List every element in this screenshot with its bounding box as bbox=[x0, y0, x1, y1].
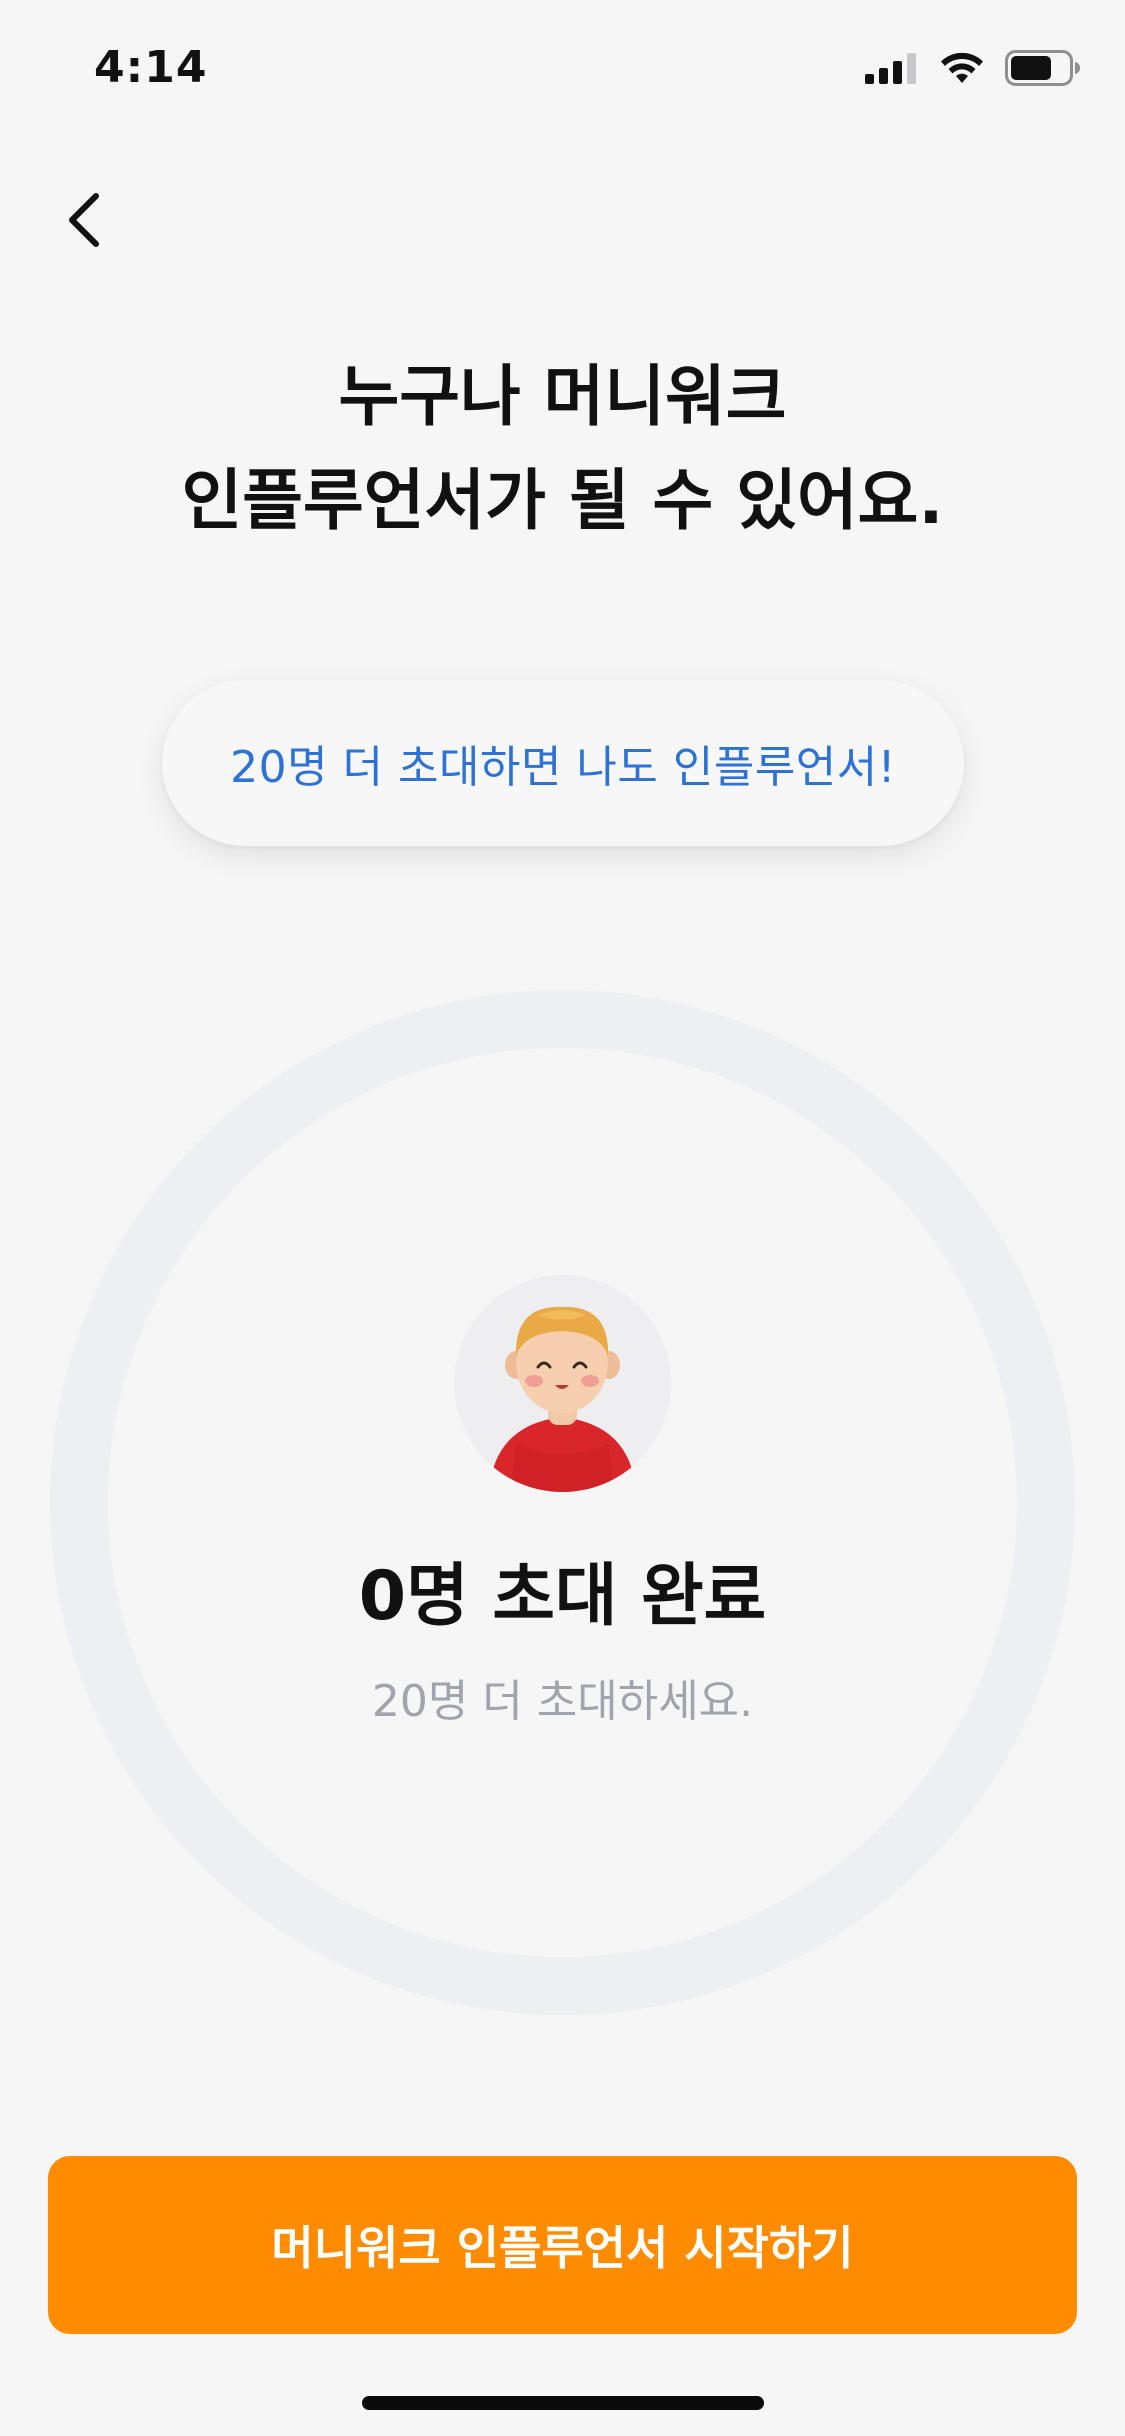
status-bar: 4:14 bbox=[0, 0, 1125, 132]
status-time: 4:14 bbox=[94, 42, 208, 93]
home-indicator bbox=[362, 2396, 764, 2410]
status-icons bbox=[865, 46, 1081, 90]
chevron-left-icon bbox=[69, 193, 99, 247]
start-influencer-button[interactable]: 머니워크 인플루언서 시작하기 bbox=[48, 2156, 1077, 2334]
back-button[interactable] bbox=[44, 180, 124, 260]
progress-ring bbox=[50, 990, 1075, 2015]
headline-line-2: 인플루언서가 될 수 있어요. bbox=[181, 462, 944, 539]
invite-goal-pill: 20명 더 초대하면 나도 인플루언서! bbox=[162, 680, 964, 846]
headline: 누구나 머니워크 인플루언서가 될 수 있어요. bbox=[0, 345, 1125, 553]
remaining-invites-text: 20명 더 초대하세요. bbox=[371, 1676, 754, 1727]
avatar-character-icon bbox=[489, 1306, 636, 1492]
wifi-icon bbox=[941, 52, 983, 83]
battery-icon bbox=[1005, 50, 1080, 86]
headline-line-1: 누구나 머니워크 bbox=[338, 358, 787, 435]
cellular-signal-icon bbox=[865, 53, 916, 84]
avatar bbox=[454, 1275, 671, 1492]
invited-count-title: 0명 초대 완료 bbox=[358, 1557, 767, 1636]
